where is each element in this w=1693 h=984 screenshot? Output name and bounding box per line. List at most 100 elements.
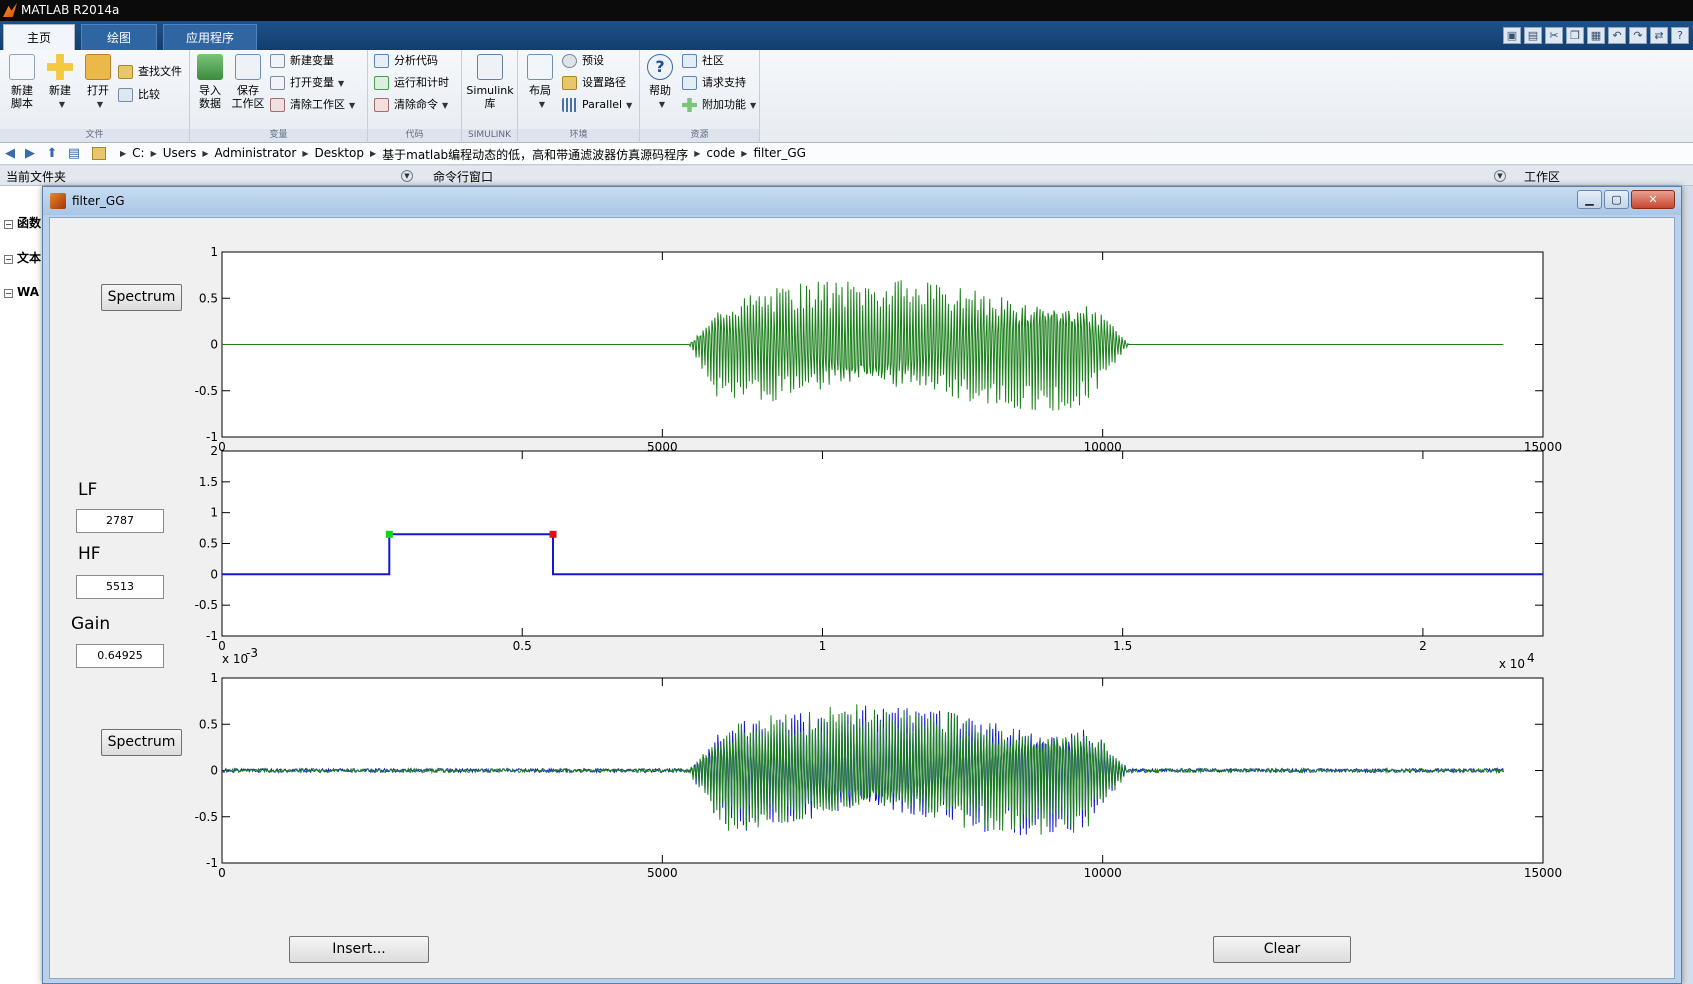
new-variable-button[interactable]: 新建变量 [270, 52, 334, 70]
switch-windows-icon[interactable]: ⇄ [1650, 27, 1668, 44]
title-bar: MATLAB R2014a [0, 0, 1693, 21]
set-path-button[interactable]: 设置路径 [562, 74, 626, 92]
collapse-icon[interactable]: − [4, 289, 13, 298]
group-file: 新建 脚本 新建 ▼ 打开 ▼ 查找文件 比较 文件 [0, 50, 190, 143]
y-tick-label: -1 [206, 856, 218, 870]
collapse-icon[interactable]: − [4, 220, 13, 229]
breadcrumb-item[interactable]: filter_GG [747, 146, 812, 163]
spectrum-button-top[interactable]: Spectrum [101, 284, 182, 311]
current-folder-header: 当前文件夹 [6, 170, 67, 184]
forward-arrow-icon[interactable]: ▶ [22, 146, 38, 161]
ribbon-tab-row: 主页 绘图 应用程序 [0, 21, 1693, 50]
open-button[interactable]: 打开 ▼ [78, 54, 118, 111]
tab-plots[interactable]: 绘图 [81, 24, 157, 50]
add-ons-button[interactable]: 附加功能 ▼ [682, 96, 756, 114]
help-search-icon[interactable]: ? [1671, 27, 1689, 44]
compare-button[interactable]: 比较 [118, 86, 160, 104]
lock-icon[interactable]: ▣ [1503, 27, 1521, 44]
new-button[interactable]: 新建 ▼ [40, 54, 80, 111]
gear-icon [562, 54, 577, 68]
cut-icon[interactable]: ✂ [1545, 27, 1563, 44]
breadcrumb-item[interactable]: code [700, 146, 741, 163]
breadcrumb-item[interactable]: Administrator [209, 146, 303, 163]
up-folder-icon[interactable]: ⬆ [44, 146, 60, 161]
insert-button[interactable]: Insert... [289, 936, 429, 963]
maximize-icon[interactable]: ▢ [1604, 190, 1629, 209]
import-icon [197, 54, 223, 80]
filter-response-axes[interactable]: -1-0.500.511.520 0.5 1 1.5 2x 10-3x 10 4 [190, 438, 1670, 671]
figure-canvas: Spectrum LF 2787 HF 5513 Gain 0.64925 Sp… [49, 217, 1675, 979]
breadcrumb-item[interactable]: C: [126, 146, 150, 163]
plus-icon [47, 54, 73, 80]
save-workspace-button[interactable]: 保存 工作区 [228, 54, 268, 110]
analyze-icon [374, 54, 389, 68]
breadcrumb-item[interactable]: 基于matlab编程动态的低，高和带通滤波器仿真源码程序 [376, 146, 694, 163]
help-button[interactable]: ? 帮助 ▼ [640, 54, 680, 111]
hf-input[interactable]: 5513 [76, 575, 164, 599]
community-button[interactable]: 社区 [682, 52, 724, 70]
group-label-variable: 变量 [190, 129, 367, 142]
minimize-icon[interactable]: ▁ [1577, 190, 1602, 209]
redo-icon[interactable]: ↷ [1629, 27, 1647, 44]
paste-icon[interactable]: ▦ [1587, 27, 1605, 44]
matlab-logo-icon [3, 3, 17, 17]
simulink-library-button[interactable]: Simulink 库 [466, 54, 514, 110]
gain-input[interactable]: 0.64925 [76, 644, 164, 668]
open-variable-button[interactable]: 打开变量 ▼ [270, 74, 344, 92]
output-signal-axes[interactable]: -1 -0.5 0 0.5 1 0 5000 10000 15000 [190, 654, 1670, 880]
gain-label: Gain [71, 614, 111, 634]
request-support-button[interactable]: 请求支持 [682, 74, 746, 92]
y-tick-label: 0 [210, 567, 218, 581]
new-script-button[interactable]: 新建 脚本 [2, 54, 42, 110]
copy-icon[interactable]: ❐ [1566, 27, 1584, 44]
input-signal-axes[interactable]: -1-0.500.510 5000 10000 15000 [190, 228, 1670, 454]
y-tick-label: 1 [210, 506, 218, 520]
find-files-button[interactable]: 查找文件 [118, 63, 182, 81]
workspace-header: 工作区 [1524, 170, 1561, 184]
folder-row-functions[interactable]: − 函数 [4, 214, 41, 231]
folder-row-text[interactable]: − 文本 [4, 249, 41, 266]
clear-workspace-icon [270, 98, 285, 112]
folder-row-wav[interactable]: − WA [4, 285, 39, 299]
compare-icon [118, 88, 133, 102]
clear-button[interactable]: Clear [1213, 936, 1351, 963]
import-data-button[interactable]: 导入 数据 [190, 54, 230, 110]
chevron-down-icon: ▼ [96, 100, 104, 109]
layout-button[interactable]: 布局 ▼ [520, 54, 560, 111]
command-window-menu-icon[interactable]: ▼ [1494, 170, 1506, 182]
run-and-time-button[interactable]: 运行和计时 [374, 74, 449, 92]
y-tick-label: 0 [210, 338, 218, 352]
chevron-down-icon: ▼ [750, 101, 757, 110]
preferences-button[interactable]: 预设 [562, 52, 604, 70]
clear-commands-button[interactable]: 清除命令 ▼ [374, 96, 448, 114]
tab-home[interactable]: 主页 [3, 24, 75, 50]
browse-folder-icon[interactable]: ▤ [66, 146, 82, 161]
lf-label: LF [78, 480, 98, 500]
current-folder-menu-icon[interactable]: ▼ [401, 170, 413, 182]
group-label-code: 代码 [368, 129, 461, 142]
y-tick-label: 0 [210, 764, 218, 778]
command-window-header: 命令行窗口 [433, 170, 494, 184]
breadcrumb-item[interactable]: Users [157, 146, 203, 163]
figure-window: filter_GG ▁ ▢ ✕ Spectrum LF 2787 HF 5513… [42, 186, 1682, 984]
back-arrow-icon[interactable]: ◀ [2, 146, 18, 161]
folder-icon [92, 147, 106, 160]
x-tick-label: 0 [218, 866, 226, 880]
analyze-code-button[interactable]: 分析代码 [374, 52, 438, 70]
clear-workspace-button[interactable]: 清除工作区 ▼ [270, 96, 355, 114]
tab-apps[interactable]: 应用程序 [163, 24, 257, 50]
y-tick-label: -0.5 [195, 598, 218, 612]
parallel-button[interactable]: Parallel ▼ [562, 96, 632, 114]
group-label-simulink: SIMULINK [462, 129, 517, 142]
breadcrumb-item[interactable]: Desktop [308, 146, 370, 163]
folder-icon [85, 54, 111, 80]
spectrum-button-bottom[interactable]: Spectrum [101, 729, 182, 756]
lf-input[interactable]: 2787 [76, 509, 164, 533]
collapse-icon[interactable]: − [4, 255, 13, 264]
chevron-down-icon: ▼ [338, 79, 345, 88]
close-icon[interactable]: ✕ [1631, 190, 1675, 209]
parallel-icon [562, 98, 577, 112]
undo-icon[interactable]: ↶ [1608, 27, 1626, 44]
chevron-down-icon: ▼ [349, 101, 356, 110]
save-icon[interactable]: ▤ [1524, 27, 1542, 44]
